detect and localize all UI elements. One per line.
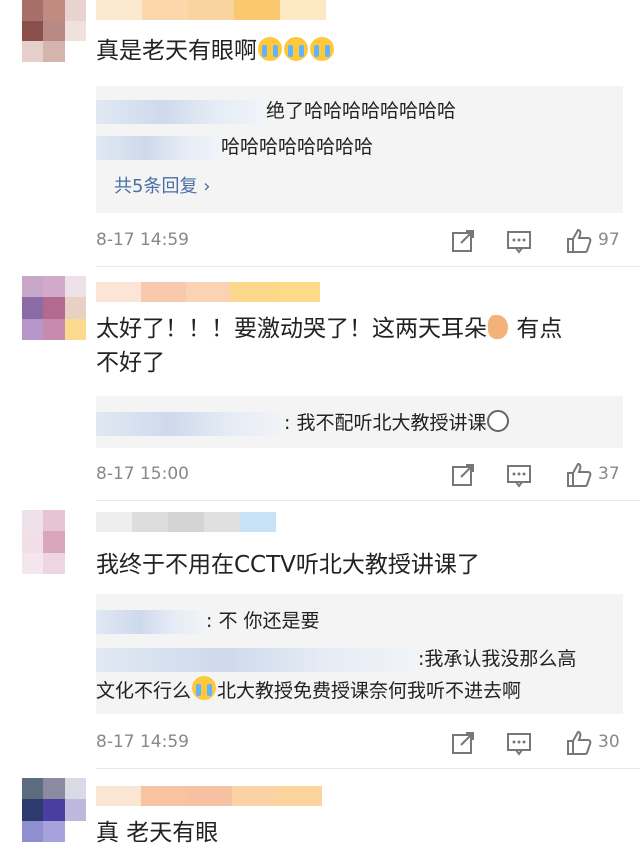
- reply-item: 绝了哈哈哈哈哈哈哈哈: [96, 96, 456, 124]
- reply-item: :我承认我没那么高: [96, 644, 576, 672]
- timestamp: 8-17 15:00: [96, 464, 189, 484]
- share-icon[interactable]: [448, 728, 478, 758]
- comment-meta: 8-17 14:59 97: [96, 226, 626, 256]
- share-icon[interactable]: [448, 460, 478, 490]
- chevron-right-icon: ›: [203, 176, 211, 197]
- avatar[interactable]: [22, 0, 86, 62]
- comment-meta: 8-17 14:59 30: [96, 728, 626, 758]
- username-blurred[interactable]: [96, 0, 326, 20]
- reply-item: : 不 你还是要: [96, 606, 319, 634]
- reply-box[interactable]: : 我不配听北大教授讲课: [96, 396, 623, 448]
- comment-icon[interactable]: [504, 226, 534, 256]
- crying-emoji: [258, 37, 282, 61]
- share-icon[interactable]: [448, 226, 478, 256]
- crying-emoji: [284, 37, 308, 61]
- avatar[interactable]: [22, 510, 86, 574]
- divider: [96, 768, 640, 769]
- thumbs-up-icon[interactable]: [564, 728, 594, 758]
- reply-username-blurred[interactable]: [96, 135, 221, 160]
- reply-item-continued: 文化不行么 北大教授免费授课奈何我听不进去啊: [96, 676, 521, 703]
- comment-icon[interactable]: [504, 728, 534, 758]
- comment-icon[interactable]: [504, 460, 534, 490]
- more-replies-link[interactable]: 共5条回复 ›: [114, 172, 210, 198]
- comment-text: 真 老天有眼: [96, 820, 219, 846]
- timestamp: 8-17 14:59: [96, 230, 189, 250]
- like-count: 97: [598, 230, 620, 250]
- reply-username-blurred[interactable]: [96, 647, 418, 672]
- ear-emoji: [488, 315, 508, 339]
- avatar[interactable]: [22, 778, 86, 842]
- reply-username-blurred[interactable]: [96, 99, 266, 124]
- comment-text: 太好了！！！要激动哭了！这两天耳朵 有点 不好了: [96, 315, 563, 376]
- reply-item: : 我不配听北大教授讲课: [96, 408, 510, 436]
- shocked-emoji: [487, 410, 510, 432]
- reply-box[interactable]: : 不 你还是要 :我承认我没那么高 文化不行么 北大教授免费授课奈何我听不进去啊: [96, 594, 623, 714]
- divider: [96, 500, 640, 501]
- reply-box[interactable]: 绝了哈哈哈哈哈哈哈哈 哈哈哈哈哈哈哈哈 共5条回复 ›: [96, 86, 623, 213]
- reply-username-blurred[interactable]: [96, 609, 206, 634]
- divider: [96, 266, 640, 267]
- thumbs-up-icon[interactable]: [564, 226, 594, 256]
- comment-meta: 8-17 15:00 37: [96, 460, 626, 490]
- thumbs-up-icon[interactable]: [564, 460, 594, 490]
- timestamp: 8-17 14:59: [96, 732, 189, 752]
- username-blurred[interactable]: [96, 512, 276, 532]
- crying-emoji: [310, 37, 334, 61]
- reply-item: 哈哈哈哈哈哈哈哈: [96, 132, 373, 160]
- crying-emoji: [192, 676, 217, 700]
- comment-text: 我终于不用在CCTV听北大教授讲课了: [96, 552, 480, 578]
- like-count: 30: [598, 732, 620, 752]
- avatar[interactable]: [22, 276, 86, 340]
- username-blurred[interactable]: [96, 282, 320, 302]
- username-blurred[interactable]: [96, 786, 323, 806]
- comment-text: 真是老天有眼啊: [96, 34, 616, 68]
- like-count: 37: [598, 464, 620, 484]
- reply-username-blurred[interactable]: [96, 411, 284, 436]
